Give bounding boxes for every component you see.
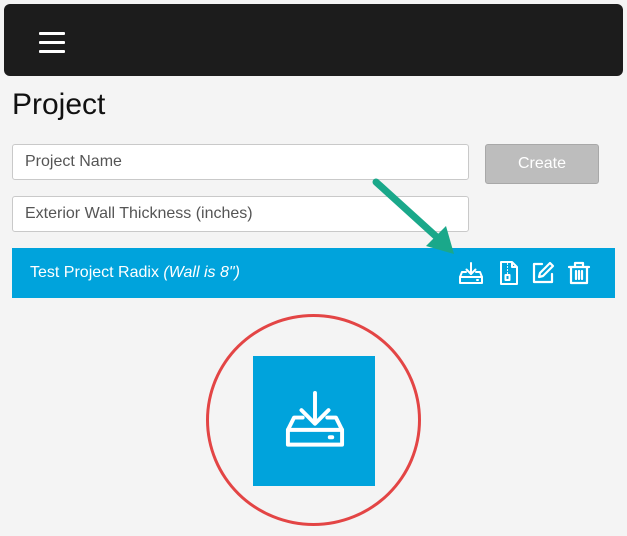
project-list-item[interactable]: Test Project Radix (Wall is 8") — [12, 248, 615, 298]
annotation-circle — [206, 314, 421, 526]
trash-icon[interactable] — [566, 260, 592, 286]
project-name-label: Test Project Radix (Wall is 8") — [30, 264, 240, 282]
zip-file-icon[interactable] — [496, 260, 522, 286]
wall-note: (Wall is 8") — [163, 264, 240, 281]
project-title: Test Project Radix — [30, 264, 164, 281]
download-icon[interactable] — [458, 260, 484, 286]
create-button[interactable]: Create — [485, 144, 599, 184]
top-nav-bar — [4, 4, 623, 76]
edit-icon[interactable] — [530, 260, 556, 286]
annotation-arrow — [372, 178, 454, 254]
hamburger-menu-icon[interactable] — [39, 32, 65, 54]
page-title: Project — [12, 88, 106, 121]
